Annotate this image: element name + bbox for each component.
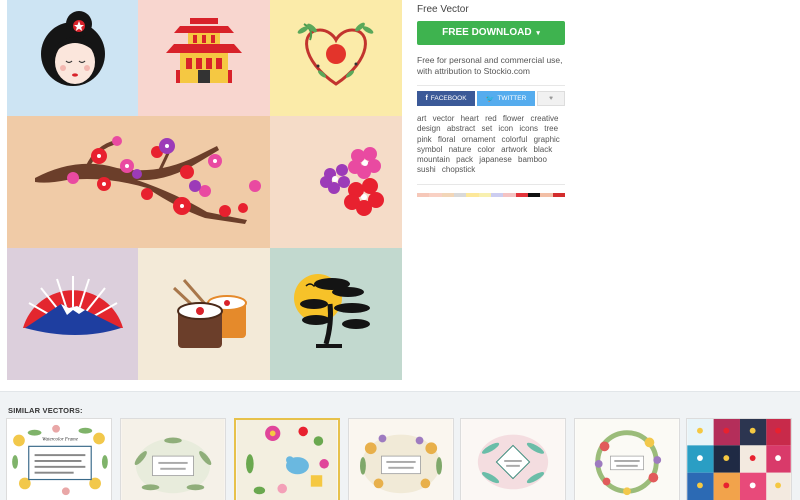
cherry-blossom-branch-illustration (7, 116, 270, 248)
color-swatch[interactable] (441, 192, 454, 197)
color-palette (417, 192, 565, 197)
facebook-share-button[interactable]: f FACEBOOK (417, 91, 475, 106)
color-swatch[interactable] (552, 192, 565, 197)
fan-mount-fuji-illustration (7, 248, 138, 380)
similar-vectors-section: SIMILAR VECTORS: Watercolor Frame (0, 391, 800, 500)
geisha-illustration (7, 0, 138, 116)
thumb-heading: Watercolor Frame (42, 437, 79, 442)
tag-link[interactable]: icons (519, 124, 538, 133)
color-swatch[interactable] (515, 192, 528, 197)
tag-link[interactable]: vector (433, 114, 455, 123)
similar-vector-thumb[interactable] (348, 418, 454, 500)
tag-link[interactable]: set (482, 124, 493, 133)
tag-link[interactable]: creative (530, 114, 558, 123)
tag-link[interactable]: icon (498, 124, 513, 133)
tag-link[interactable]: design (417, 124, 441, 133)
tag-link[interactable]: flower (503, 114, 524, 123)
similar-vectors-title: SIMILAR VECTORS: (8, 406, 83, 415)
tag-link[interactable]: colorful (502, 135, 528, 144)
tag-link[interactable]: floral (438, 135, 455, 144)
color-swatch[interactable] (453, 192, 467, 197)
tag-link[interactable]: chopstick (442, 165, 475, 174)
vector-preview-image (7, 0, 402, 380)
license-type: Free Vector (417, 4, 469, 15)
similar-vector-thumb[interactable] (574, 418, 680, 500)
tag-link[interactable]: art (417, 114, 426, 123)
bonsai-sunset-illustration (270, 248, 402, 380)
tag-link[interactable]: red (485, 114, 497, 123)
chevron-down-icon: ▾ (536, 30, 540, 37)
color-swatch[interactable] (503, 192, 516, 197)
favorite-button[interactable]: ♥ (537, 91, 565, 106)
tag-link[interactable]: nature (449, 145, 472, 154)
vector-details-panel: Free Vector FREE DOWNLOAD ▾ Free for per… (417, 0, 565, 197)
tag-link[interactable]: mountain (417, 155, 450, 164)
download-label: FREE DOWNLOAD (442, 27, 532, 38)
color-swatch[interactable] (490, 192, 504, 197)
free-download-button[interactable]: FREE DOWNLOAD ▾ (417, 21, 565, 45)
twitter-icon: 🐦 (485, 95, 495, 103)
color-swatch[interactable] (527, 192, 541, 197)
tag-link[interactable]: heart (461, 114, 479, 123)
tag-link[interactable]: japanese (479, 155, 511, 164)
tag-link[interactable]: artwork (501, 145, 527, 154)
twitter-label: TWITTER (497, 95, 527, 102)
twitter-share-button[interactable]: 🐦 TWITTER (477, 91, 535, 106)
flowers-illustration (270, 116, 402, 248)
heart-icon: ♥ (549, 95, 553, 102)
similar-vector-thumb[interactable] (234, 418, 340, 500)
color-swatch[interactable] (429, 192, 442, 197)
similar-vector-thumb[interactable] (460, 418, 566, 500)
color-swatch[interactable] (466, 192, 479, 197)
tag-link[interactable]: abstract (447, 124, 475, 133)
tag-list: art vector heart red flower creative des… (417, 114, 565, 185)
similar-vector-thumb[interactable] (120, 418, 226, 500)
tag-link[interactable]: pack (456, 155, 473, 164)
tag-link[interactable]: black (534, 145, 553, 154)
color-swatch[interactable] (417, 192, 430, 197)
color-swatch[interactable] (540, 192, 553, 197)
tag-link[interactable]: ornament (462, 135, 496, 144)
license-text: Free for personal and commercial use, wi… (417, 55, 565, 86)
share-bar: f FACEBOOK 🐦 TWITTER ♥ (417, 91, 565, 106)
color-swatch[interactable] (478, 192, 491, 197)
tag-link[interactable]: tree (544, 124, 558, 133)
tag-link[interactable]: symbol (417, 145, 442, 154)
similar-vector-thumb[interactable] (686, 418, 792, 500)
tag-link[interactable]: pink (417, 135, 432, 144)
facebook-label: FACEBOOK (430, 95, 467, 102)
sushi-chopsticks-illustration (138, 248, 270, 380)
tag-link[interactable]: color (478, 145, 495, 154)
similar-vector-thumb[interactable]: Watercolor Frame (6, 418, 112, 500)
tag-link[interactable]: sushi (417, 165, 436, 174)
tag-link[interactable]: bamboo (518, 155, 547, 164)
facebook-icon: f (425, 95, 428, 102)
heart-wreath-illustration (270, 0, 402, 116)
tag-link[interactable]: graphic (534, 135, 560, 144)
pagoda-illustration (138, 0, 270, 116)
